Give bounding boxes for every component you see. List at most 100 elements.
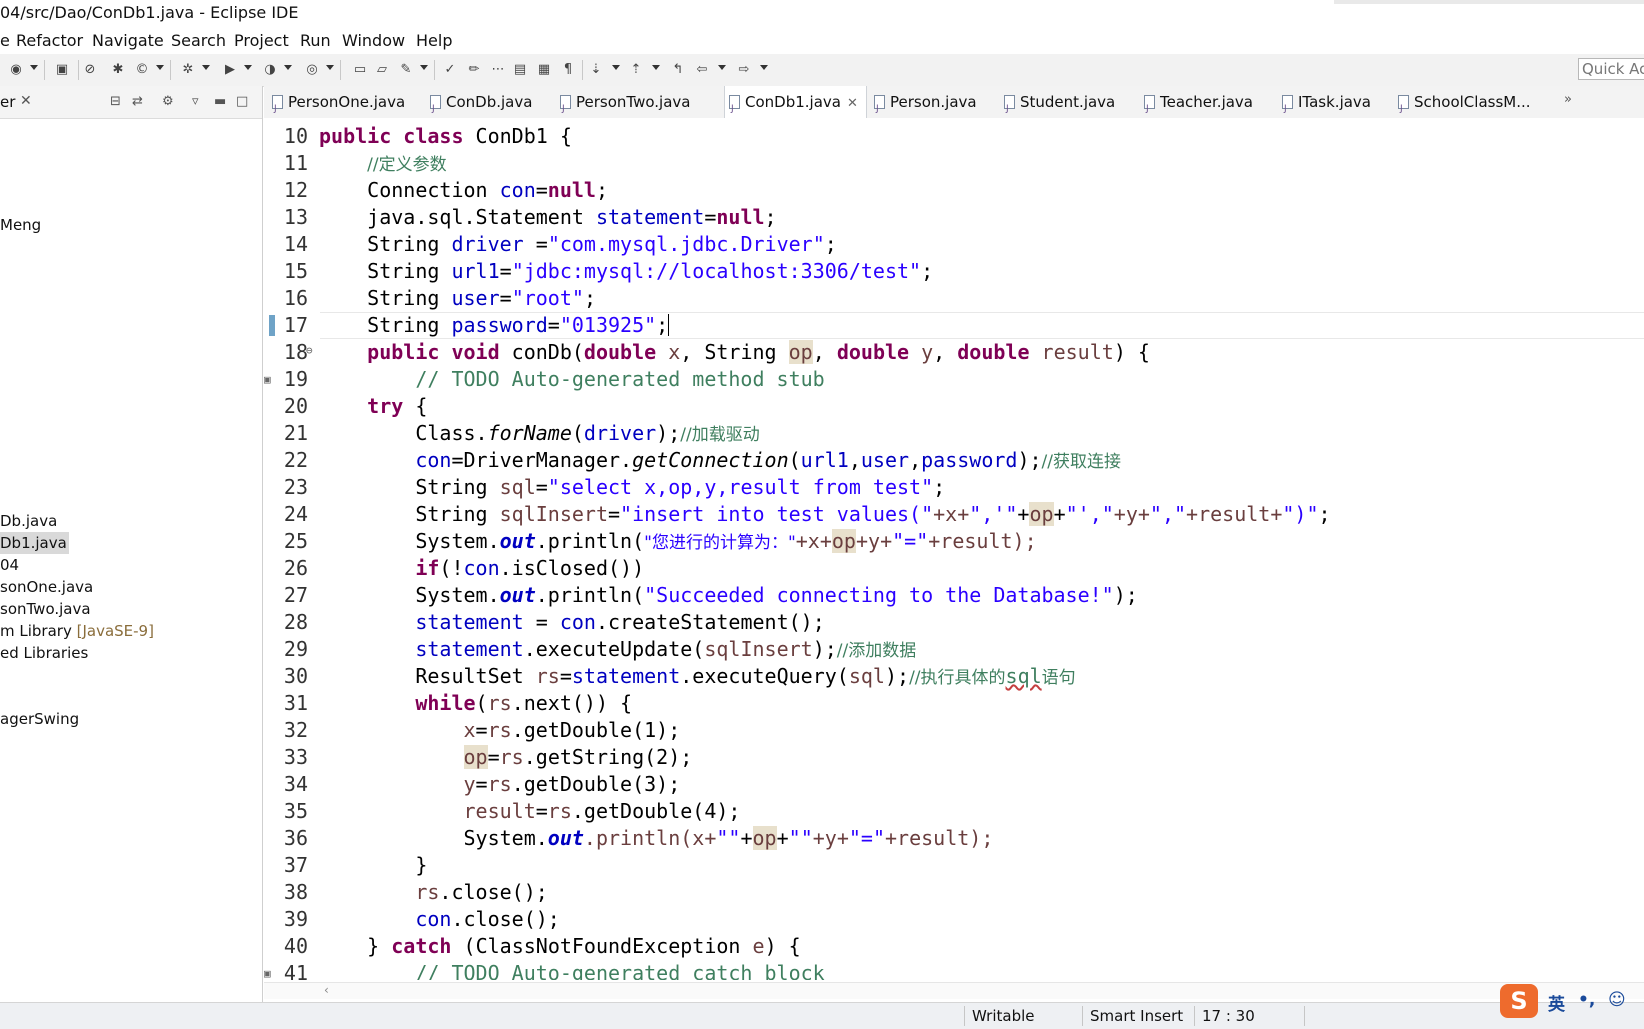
menu-bar: e Refactor Navigate Search Project Run W… bbox=[0, 28, 1644, 54]
ime-logo-icon[interactable]: S bbox=[1500, 984, 1538, 1018]
tree-item[interactable]: ed Libraries bbox=[0, 642, 88, 664]
ime-toolbar[interactable]: S 英 •, ☺ bbox=[1500, 982, 1644, 1022]
view-menu-icon[interactable]: ▿ bbox=[192, 94, 199, 109]
token-text: ; bbox=[595, 178, 609, 202]
close-icon[interactable]: ✕ bbox=[20, 93, 32, 109]
filter-icon[interactable]: ⚙ bbox=[162, 94, 174, 109]
terminal-icon[interactable]: ▣ bbox=[54, 62, 70, 78]
tab-persontwo[interactable]: PersonTwo.java bbox=[560, 86, 690, 125]
ime-punctuation-toggle[interactable]: •, bbox=[1578, 990, 1595, 1010]
scroll-left-icon[interactable]: ‹ bbox=[324, 983, 329, 997]
chevron-down-icon[interactable] bbox=[284, 65, 292, 70]
last-edit-icon[interactable]: ↰ bbox=[670, 62, 686, 78]
pilcrow-icon[interactable]: ¶ bbox=[560, 62, 576, 78]
tab-student[interactable]: Student.java bbox=[1004, 86, 1115, 125]
tree-item[interactable]: 04 bbox=[0, 554, 19, 576]
tab-personone[interactable]: PersonOne.java bbox=[272, 86, 405, 125]
tree-item[interactable]: sonTwo.java bbox=[0, 598, 91, 620]
token-text: ( bbox=[475, 691, 488, 715]
code-line: 26 if(!con.isClosed()) bbox=[264, 555, 1644, 582]
ime-language-toggle[interactable]: 英 bbox=[1548, 990, 1565, 1015]
token-keyword: while bbox=[415, 691, 476, 715]
tree-item[interactable]: sonOne.java bbox=[0, 576, 93, 598]
menu-help[interactable]: Help bbox=[416, 31, 452, 50]
menu-refactor[interactable]: Refactor bbox=[16, 31, 83, 50]
java-file-icon bbox=[874, 93, 885, 125]
token-string: "com.mysql.jdbc.Driver" bbox=[547, 232, 825, 256]
new-package-icon[interactable]: ✱ bbox=[110, 62, 126, 78]
profile-icon[interactable]: ◉ bbox=[8, 62, 24, 78]
back-icon[interactable]: ⇦ bbox=[694, 62, 710, 78]
run-icon[interactable]: ▶ bbox=[222, 62, 238, 78]
menu-file[interactable]: e bbox=[0, 31, 10, 50]
tab-overflow-icon[interactable]: » bbox=[1564, 92, 1572, 107]
highlight-icon[interactable]: ✏ bbox=[466, 62, 482, 78]
java-file-icon bbox=[1004, 93, 1015, 125]
tree-item-selected[interactable]: Db1.java bbox=[0, 532, 69, 554]
token-text: System. bbox=[415, 583, 500, 607]
coverage-icon[interactable]: ◑ bbox=[262, 62, 278, 78]
prev-annotation-icon[interactable]: ⇡ bbox=[628, 62, 644, 78]
external-tools-icon[interactable]: ◎ bbox=[304, 62, 320, 78]
token-text: =DriverManager. bbox=[451, 448, 633, 472]
menu-window[interactable]: Window bbox=[342, 31, 405, 50]
menu-run[interactable]: Run bbox=[300, 31, 331, 50]
menu-project[interactable]: Project bbox=[234, 31, 289, 50]
block-selection-icon[interactable]: ⋯ bbox=[490, 62, 506, 78]
toolbar-separator bbox=[434, 60, 435, 80]
code-editor[interactable]: 10 public class ConDb1 { 11 //定义参数 12 Con… bbox=[264, 118, 1644, 980]
link-editor-icon[interactable]: ⇄ bbox=[132, 94, 143, 109]
tab-condb[interactable]: ConDb.java bbox=[430, 86, 532, 125]
skip-breakpoints-icon[interactable]: ⊘ bbox=[82, 62, 98, 78]
close-icon[interactable]: ✕ bbox=[847, 96, 858, 111]
tab-condb1[interactable]: ConDb1.java ✕ bbox=[724, 86, 867, 125]
menu-navigate[interactable]: Navigate bbox=[92, 31, 164, 50]
horizontal-scrollbar[interactable]: ‹ bbox=[264, 982, 1644, 999]
ime-emoji-icon[interactable]: ☺ bbox=[1608, 990, 1626, 1010]
next-annotation-icon[interactable]: ⇣ bbox=[588, 62, 604, 78]
chevron-down-icon[interactable] bbox=[244, 65, 252, 70]
chevron-down-icon[interactable] bbox=[202, 65, 210, 70]
annotation-icon[interactable]: ✓ bbox=[442, 62, 458, 78]
line-number: 23 bbox=[283, 475, 308, 499]
menu-search[interactable]: Search bbox=[171, 31, 226, 50]
tab-person[interactable]: Person.java bbox=[874, 86, 977, 125]
chevron-down-icon[interactable] bbox=[326, 65, 334, 70]
open-type-icon[interactable]: ▱ bbox=[374, 62, 390, 78]
chevron-down-icon[interactable] bbox=[718, 65, 726, 70]
pencil-icon[interactable]: ✎ bbox=[398, 62, 414, 78]
token-param: +result); bbox=[928, 529, 1037, 553]
tree-item[interactable]: Meng bbox=[0, 214, 41, 236]
new-class-icon[interactable]: © bbox=[134, 62, 150, 78]
tree-item[interactable]: agerSwing bbox=[0, 708, 79, 730]
tab-schoolclass[interactable]: SchoolClassM... bbox=[1398, 86, 1531, 125]
token-keyword: double bbox=[957, 340, 1030, 364]
chevron-down-icon[interactable] bbox=[612, 65, 620, 70]
token-comment: // TODO Auto-generated catch block bbox=[415, 961, 825, 980]
tree-item-label: m Library bbox=[0, 622, 77, 640]
tab-teacher[interactable]: Teacher.java bbox=[1144, 86, 1253, 125]
collapse-all-icon[interactable]: ⊟ bbox=[110, 94, 121, 109]
toggle-mark-icon[interactable]: ▤ bbox=[512, 62, 528, 78]
minimize-icon[interactable]: ▬ bbox=[214, 94, 226, 109]
explorer-tab-label[interactable]: er bbox=[0, 93, 15, 111]
quick-access-field[interactable]: Quick Ac bbox=[1578, 58, 1644, 80]
tab-itask[interactable]: ITask.java bbox=[1282, 86, 1371, 125]
tree-item[interactable]: Db.java bbox=[0, 510, 57, 532]
chevron-down-icon[interactable] bbox=[420, 65, 428, 70]
show-whitespace-icon[interactable]: ▦ bbox=[536, 62, 552, 78]
tree-item-jre-library[interactable]: m Library [JavaSE-9] bbox=[0, 620, 154, 642]
fold-collapse-icon[interactable]: ⊖ bbox=[306, 337, 313, 364]
status-insert-mode[interactable]: Smart Insert bbox=[1090, 1007, 1183, 1025]
chevron-down-icon[interactable] bbox=[760, 65, 768, 70]
line-number: 15 bbox=[283, 259, 308, 283]
chevron-down-icon[interactable] bbox=[652, 65, 660, 70]
forward-icon[interactable]: ⇨ bbox=[736, 62, 752, 78]
maximize-icon[interactable]: □ bbox=[236, 94, 248, 109]
chevron-down-icon[interactable] bbox=[156, 65, 164, 70]
token-text: ( bbox=[788, 448, 801, 472]
status-divider bbox=[1082, 1006, 1083, 1026]
debug-icon[interactable]: ✲ bbox=[180, 62, 196, 78]
open-folder-icon[interactable]: ▭ bbox=[352, 62, 368, 78]
chevron-down-icon[interactable] bbox=[30, 65, 38, 70]
